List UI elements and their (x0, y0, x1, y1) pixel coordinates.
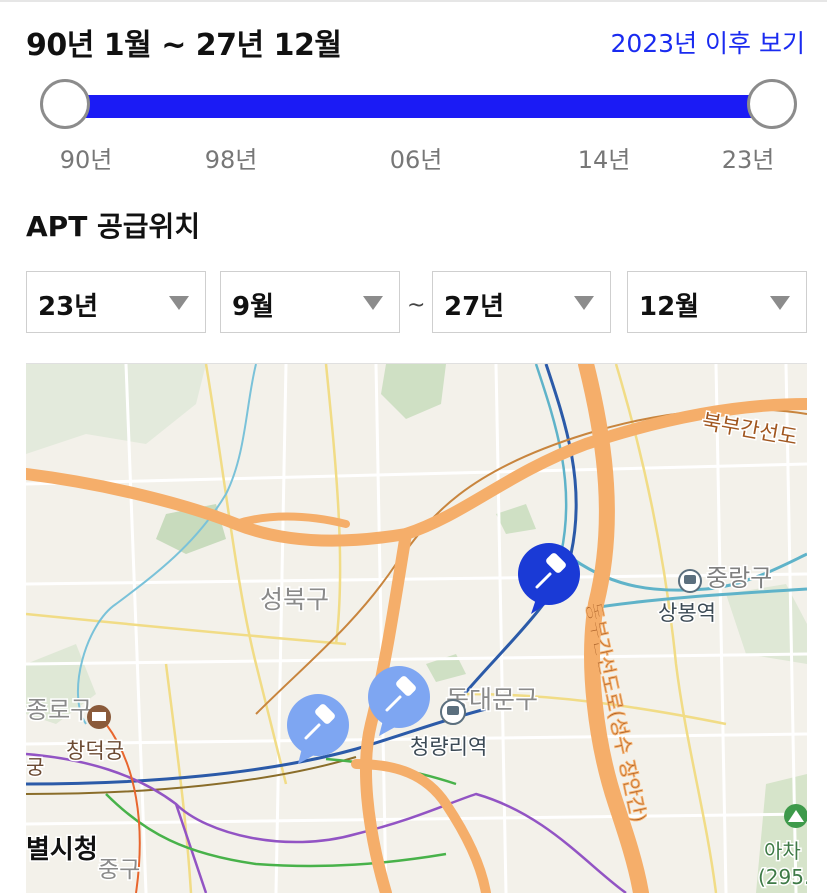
chevron-down-icon (770, 296, 790, 310)
supply-map[interactable]: 북부간선도 중랑구 상봉역 성북구 동부간선도로(성수 장안간) 동대문구 청량… (26, 363, 807, 893)
from-month-value: 9월 (232, 292, 275, 322)
tick-label: 14년 (577, 146, 631, 174)
tick-label: 06년 (389, 146, 443, 174)
map-label-cheongnyangni-station: 청량리역 (410, 735, 487, 759)
map-label-acha: 아차 (764, 839, 801, 863)
to-year-select[interactable]: 27년 (432, 271, 611, 333)
map-label-city-hall: 별시청 (26, 835, 98, 865)
subway-station-icon (440, 699, 466, 725)
to-month-select[interactable]: 12월 (627, 271, 807, 333)
from-year-select[interactable]: 23년 (26, 271, 206, 333)
chevron-down-icon (363, 296, 383, 310)
slider-tick-labels: 90년 98년 06년 14년 23년 (0, 140, 827, 174)
map-label-gu-fragment: 궁 (26, 755, 44, 779)
chevron-down-icon (169, 296, 189, 310)
top-divider (0, 0, 827, 2)
map-canvas[interactable]: 북부간선도 중랑구 상봉역 성북구 동부간선도로(성수 장안간) 동대문구 청량… (26, 364, 807, 893)
slider-track[interactable] (66, 95, 771, 118)
map-label-acha-height: (295. (758, 865, 807, 889)
map-label-changdeokgung: 창덕궁 (66, 739, 124, 763)
map-label-sangbong-station: 상봉역 (658, 601, 716, 625)
chevron-down-icon (574, 296, 594, 310)
range-separator: ~ (407, 293, 426, 318)
tick-label: 90년 (59, 146, 113, 174)
palace-icon (87, 705, 111, 729)
apt-supply-location-title: APT 공급위치 (26, 210, 201, 243)
mountain-icon (784, 804, 807, 828)
period-range-title: 90년 1월 ~ 27년 12월 (26, 28, 342, 63)
map-label-seongbuk: 성북구 (260, 585, 329, 614)
tick-label: 98년 (204, 146, 258, 174)
map-label-junggu: 중구 (98, 857, 140, 883)
tick-label: 23년 (721, 146, 775, 174)
from-year-value: 23년 (38, 292, 99, 322)
slider-start-handle[interactable] (40, 79, 90, 129)
map-label-north-expressway: 북부간선도 (700, 409, 799, 449)
map-label-jongno: 종로구 (26, 696, 92, 724)
subway-station-icon (678, 569, 702, 593)
year-range-slider[interactable] (40, 78, 797, 136)
map-label-jungnang: 중랑구 (706, 564, 772, 592)
to-month-value: 12월 (639, 292, 700, 322)
slider-end-handle[interactable] (747, 79, 797, 129)
supply-marker[interactable] (368, 666, 430, 736)
view-after-2023-link[interactable]: 2023년 이후 보기 (610, 24, 805, 60)
from-month-select[interactable]: 9월 (220, 271, 400, 333)
to-year-value: 27년 (444, 292, 505, 322)
supply-marker-active[interactable] (518, 543, 580, 614)
